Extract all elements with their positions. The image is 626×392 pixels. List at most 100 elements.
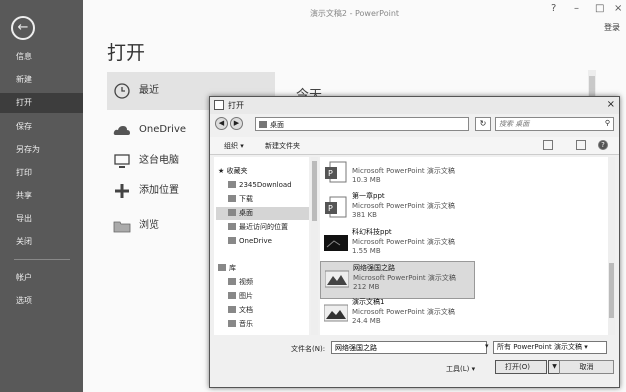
powerpoint-icon (214, 100, 224, 110)
nav-onedrive[interactable]: OneDrive (228, 235, 272, 248)
file-name: 演示文稿1 (352, 298, 385, 306)
restore-icon[interactable]: □ (595, 3, 604, 14)
navigation-pane: ★ 收藏夹 2345Download 下载 桌面 最近访问的位置 OneDriv… (214, 157, 309, 335)
file-type: Microsoft PowerPoint 演示文稿 (352, 167, 455, 175)
file-name: 第一章ppt (352, 192, 385, 200)
file-item[interactable]: P 第一章ppt Microsoft PowerPoint 演示文稿 381 K… (320, 190, 475, 228)
nav-scrollbar[interactable] (311, 157, 318, 335)
file-item[interactable]: 演示文稿1 Microsoft PowerPoint 演示文稿 24.4 MB (320, 296, 475, 334)
nav-label: 音乐 (239, 320, 253, 328)
help-icon[interactable]: ? (551, 3, 556, 14)
nav-save-as[interactable]: 另存为 (0, 140, 83, 160)
download-icon (228, 195, 236, 202)
search-icon: ⚲ (604, 119, 610, 127)
organize-label: 组织 (224, 142, 238, 150)
nav-close[interactable]: 关闭 (0, 232, 83, 252)
filename-input[interactable] (331, 341, 487, 354)
minimize-icon[interactable]: – (574, 3, 579, 14)
nav-downloads[interactable]: 下载 (228, 193, 253, 206)
file-size: 381 KB (352, 211, 377, 219)
folder-icon (113, 221, 131, 233)
sign-in-link[interactable]: 登录 (604, 22, 620, 33)
nav-info[interactable]: 信息 (0, 47, 83, 67)
open-dialog: 打开 × ◀ ▶ 桌面 ↻ ⚲ 组织 ▾ 新建文件夹 ? ★ 收藏夹 2345D… (209, 96, 620, 388)
nav-label: 2345Download (239, 181, 292, 189)
file-type: Microsoft PowerPoint 演示文稿 (352, 238, 455, 246)
filetype-value: 所有 PowerPoint 演示文稿 (497, 343, 582, 351)
forward-icon[interactable]: ▶ (230, 117, 243, 130)
filetype-select[interactable]: 所有 PowerPoint 演示文稿 ▾ (493, 341, 607, 354)
location-label: 最近 (139, 85, 159, 96)
file-item[interactable]: P Microsoft PowerPoint 演示文稿 10.3 MB (320, 157, 475, 193)
nav-open[interactable]: 打开 (0, 93, 83, 113)
dialog-title: 打开 (228, 101, 244, 110)
pptx-file-icon: P (325, 196, 347, 218)
nav-export[interactable]: 导出 (0, 209, 83, 229)
open-label: 打开(O) (505, 363, 530, 371)
file-size: 212 MB (353, 283, 380, 291)
svg-text:P: P (328, 204, 333, 213)
pptx-file-icon: P (325, 161, 347, 183)
nav-share[interactable]: 共享 (0, 186, 83, 206)
plus-icon (115, 184, 129, 198)
location-label: 这台电脑 (139, 155, 179, 166)
file-size: 1.55 MB (352, 247, 381, 255)
nav-recent-places[interactable]: 最近访问的位置 (228, 221, 288, 234)
nav-label: 下载 (239, 195, 253, 203)
nav-pictures[interactable]: 图片 (228, 290, 253, 303)
cancel-button[interactable]: 取消 (559, 360, 614, 374)
dialog-titlebar: 打开 × (210, 97, 619, 114)
nav-label: 文档 (239, 306, 253, 314)
close-icon[interactable]: × (614, 3, 622, 14)
dialog-close-icon[interactable]: × (607, 99, 615, 110)
back-icon[interactable]: ◀ (215, 117, 228, 130)
nav-print[interactable]: 打印 (0, 163, 83, 183)
nav-2345download[interactable]: 2345Download (228, 179, 292, 192)
nav-divider (14, 259, 70, 260)
filename-dropdown-icon[interactable]: ▾ (485, 342, 489, 350)
svg-text:P: P (328, 169, 333, 178)
nav-library-header[interactable]: 库 (218, 262, 236, 275)
file-list-scrollbar[interactable] (608, 157, 615, 335)
window-title: 演示文稿2 - PowerPoint (309, 9, 400, 18)
nav-favorites-header[interactable]: ★ 收藏夹 (218, 165, 248, 178)
search-box[interactable]: ⚲ (495, 117, 614, 131)
nav-save[interactable]: 保存 (0, 117, 83, 137)
help-icon[interactable]: ? (598, 140, 608, 150)
tools-menu[interactable]: 工具(L) ▾ (446, 364, 475, 374)
open-button[interactable]: 打开(O) (495, 360, 547, 374)
recent-places-icon (228, 223, 236, 230)
nav-label: 视频 (239, 278, 253, 286)
file-item[interactable]: 科幻科技ppt Microsoft PowerPoint 演示文稿 1.55 M… (320, 226, 475, 264)
file-name: 网络强国之路 (353, 264, 395, 272)
nav-music[interactable]: 音乐 (228, 318, 253, 331)
nav-documents[interactable]: 文档 (228, 304, 253, 317)
file-size: 10.3 MB (352, 176, 381, 184)
music-icon (228, 320, 236, 327)
cloud-icon (228, 237, 236, 244)
location-label: 浏览 (139, 220, 159, 231)
address-bar[interactable]: 桌面 (255, 117, 469, 131)
organize-button[interactable]: 组织 ▾ (224, 141, 244, 151)
nav-account[interactable]: 帐户 (0, 268, 83, 288)
library-label: 库 (229, 264, 236, 272)
refresh-icon[interactable]: ↻ (475, 117, 491, 131)
video-icon (228, 278, 236, 285)
nav-new[interactable]: 新建 (0, 70, 83, 90)
nav-videos[interactable]: 视频 (228, 276, 253, 289)
nav-options[interactable]: 选项 (0, 291, 83, 311)
search-input[interactable] (496, 118, 599, 130)
folder-icon (259, 121, 267, 128)
dialog-toolbar: 组织 ▾ 新建文件夹 ? (210, 137, 619, 155)
slide-thumbnail-icon (325, 270, 349, 288)
view-options-icon[interactable] (543, 140, 553, 150)
slide-thumbnail-icon (324, 235, 348, 251)
nav-label: 桌面 (239, 209, 253, 217)
address-row: ◀ ▶ 桌面 ↻ ⚲ (210, 117, 619, 133)
file-item-selected[interactable]: 网络强国之路 Microsoft PowerPoint 演示文稿 212 MB (320, 261, 475, 299)
nav-desktop[interactable]: 桌面 (216, 207, 309, 220)
back-arrow-icon[interactable]: ← (11, 16, 35, 40)
new-folder-button[interactable]: 新建文件夹 (265, 141, 300, 151)
nav-label: OneDrive (239, 237, 272, 245)
preview-pane-icon[interactable] (576, 140, 586, 150)
